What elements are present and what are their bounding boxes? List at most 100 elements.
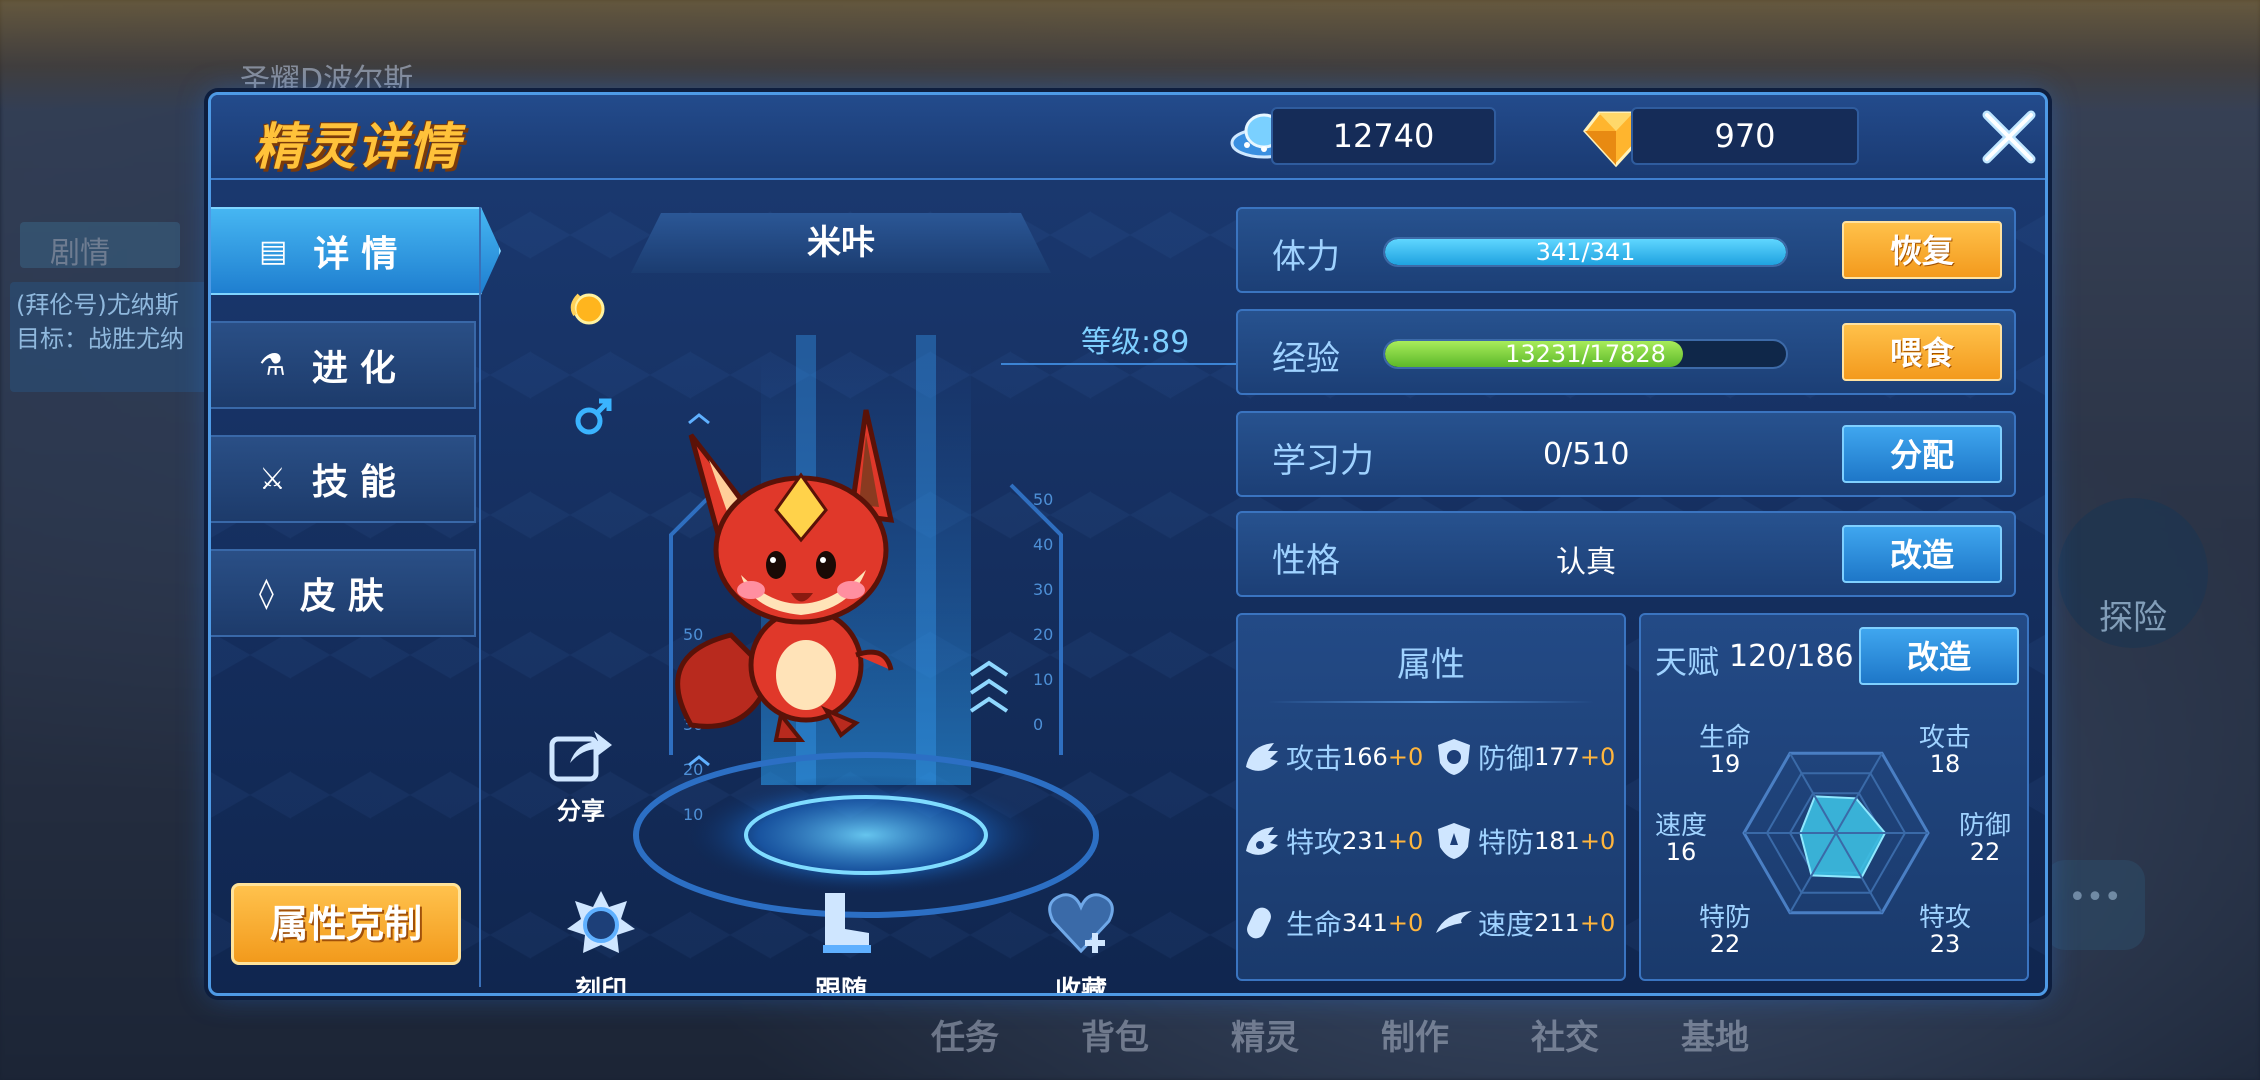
tab-label: 进化 xyxy=(311,348,408,389)
radar-value: 23 xyxy=(1929,930,1961,958)
gauge-right-tick: 10 xyxy=(1033,670,1053,689)
radar-value: 18 xyxy=(1929,750,1961,778)
attr-sp-defense: 特防 181 +0 xyxy=(1434,821,1615,861)
follow-button[interactable]: 跟随 xyxy=(791,887,891,996)
radar-name: 攻击 xyxy=(1919,723,1972,753)
exp-value: 13231/17828 xyxy=(1505,340,1666,368)
share-button[interactable]: 分享 xyxy=(536,725,626,826)
background-story-line: 目标：战胜尤纳 xyxy=(16,325,184,353)
attr-speed: 速度 211 +0 xyxy=(1434,903,1615,943)
seal-button[interactable]: 刻印 xyxy=(551,887,651,993)
follow-label: 跟随 xyxy=(814,976,867,996)
radar-label-hp: 生命 19 xyxy=(1699,725,1751,777)
radar-spokes xyxy=(1744,752,1928,914)
radar-name: 防御 xyxy=(1959,811,2012,841)
radar-value: 22 xyxy=(1969,838,2001,866)
gauge-right-tick: 50 xyxy=(1033,490,1053,509)
attributes-divider xyxy=(1268,701,1594,703)
background-explore-button: 探险 xyxy=(2058,498,2208,648)
attr-bonus: +0 xyxy=(1579,827,1616,855)
male-icon xyxy=(575,398,612,435)
pet-character-image xyxy=(675,409,895,742)
pet-detail-panel: 精灵详情 12740 970 ▤ 详情 ⚗ 进化 ⚔ 技能 ◊ 皮肤 属性克制 … xyxy=(208,92,2048,996)
attr-bonus: +0 xyxy=(1579,743,1616,771)
tab-label: 详情 xyxy=(313,234,410,275)
radar-value: 19 xyxy=(1709,750,1741,778)
defense-icon xyxy=(1438,739,1470,775)
currency-diamonds: 970 xyxy=(1631,107,1859,165)
radar-value: 16 xyxy=(1665,838,1697,866)
attr-bonus: +0 xyxy=(1579,909,1616,937)
tab-skills[interactable]: ⚔ 技能 xyxy=(211,435,476,523)
restore-button[interactable]: 恢复 xyxy=(1842,221,2002,279)
background-story-line: (拜伦号)尤纳斯 xyxy=(16,291,179,319)
attr-label: 特攻 xyxy=(1286,826,1343,859)
fire-orb-icon xyxy=(570,293,605,325)
radar-name: 速度 xyxy=(1655,811,1708,841)
tab-label: 技能 xyxy=(311,462,408,503)
talent-label: 天赋 xyxy=(1655,643,1720,681)
drop-icon: ◊ xyxy=(259,575,274,611)
speed-icon xyxy=(1436,911,1472,933)
attr-value: 177 xyxy=(1534,743,1580,771)
tab-skins[interactable]: ◊ 皮肤 xyxy=(211,549,476,637)
hp-bar: 341/341 xyxy=(1383,237,1788,267)
radar-name: 特攻 xyxy=(1919,903,1972,933)
radar-value: 22 xyxy=(1709,930,1741,958)
share-icon xyxy=(549,731,612,782)
favorite-button[interactable]: 收藏 xyxy=(1031,887,1131,996)
type-restrain-button[interactable]: 属性克制 xyxy=(231,883,461,965)
talent-radar-chart xyxy=(1742,751,1930,915)
seal-icon xyxy=(567,891,635,953)
attr-label: 攻击 xyxy=(1286,742,1343,775)
gauge-right-tick: 20 xyxy=(1033,625,1053,644)
attr-attack: 攻击 166 +0 xyxy=(1242,737,1423,777)
change-talent-button[interactable]: 改造 xyxy=(1859,627,2019,685)
gauge-right-tick: 0 xyxy=(1033,715,1043,734)
background-nav-item: 制作 xyxy=(1381,1018,1449,1058)
attributes-panel: 属性 攻击 166 +0 防御 177 +0 特攻 231 +0 特防 181 … xyxy=(1236,613,1626,981)
gauge-right-tick: 40 xyxy=(1033,535,1053,554)
radar-label-sp-defense: 特防 22 xyxy=(1699,905,1751,957)
hp-value: 341/341 xyxy=(1535,238,1636,266)
talent-panel: 天赋 120/186 改造 生命 19 攻击 18 防御 22 特攻 23 特防 22 速… xyxy=(1639,613,2029,981)
sp-defense-icon xyxy=(1438,823,1470,859)
change-nature-button[interactable]: 改造 xyxy=(1842,525,2002,583)
radar-label-speed: 速度 16 xyxy=(1655,813,1707,865)
allocate-button[interactable]: 分配 xyxy=(1842,425,2002,483)
exp-label: 经验 xyxy=(1272,339,1340,379)
attr-hp: 生命 341 +0 xyxy=(1242,903,1423,943)
learning-value: 0/510 xyxy=(1543,437,1630,472)
nature-label: 性格 xyxy=(1272,541,1340,581)
radar-label-defense: 防御 22 xyxy=(1959,813,2011,865)
feed-button[interactable]: 喂食 xyxy=(1842,323,2002,381)
close-icon[interactable] xyxy=(1979,107,2039,167)
attr-label: 特防 xyxy=(1478,826,1535,859)
attr-bonus: +0 xyxy=(1387,827,1424,855)
exp-row: 经验 13231/17828 喂食 xyxy=(1236,309,2016,395)
favorite-label: 收藏 xyxy=(1054,976,1107,996)
attr-value: 166 xyxy=(1342,743,1388,771)
learning-label: 学习力 xyxy=(1272,441,1374,481)
sword-icon: ⚔ xyxy=(259,461,286,497)
boot-icon xyxy=(823,893,871,953)
attr-bonus: +0 xyxy=(1387,909,1424,937)
attributes-title: 属性 xyxy=(1397,645,1465,685)
attr-value: 181 xyxy=(1534,827,1580,855)
background-story-tab: 剧情 xyxy=(20,222,180,271)
pet-name: 米咔 xyxy=(807,223,875,263)
gauge-left-tick: 10 xyxy=(683,805,703,824)
tab-evolution[interactable]: ⚗ 进化 xyxy=(211,321,476,409)
attr-label: 生命 xyxy=(1286,908,1343,941)
heart-icon xyxy=(1048,893,1114,954)
gauge-right-tick: 30 xyxy=(1033,580,1053,599)
flask-icon: ⚗ xyxy=(259,347,286,383)
attr-value: 211 xyxy=(1534,909,1580,937)
tab-details[interactable]: ▤ 详情 xyxy=(211,207,501,295)
tab-label: 皮肤 xyxy=(299,576,396,617)
share-label: 分享 xyxy=(557,797,605,825)
sp-attack-icon xyxy=(1246,827,1278,855)
radar-label-attack: 攻击 18 xyxy=(1919,725,1971,777)
pet-name-plate: 米咔 xyxy=(631,213,1051,273)
radar-value-area xyxy=(1799,795,1887,879)
